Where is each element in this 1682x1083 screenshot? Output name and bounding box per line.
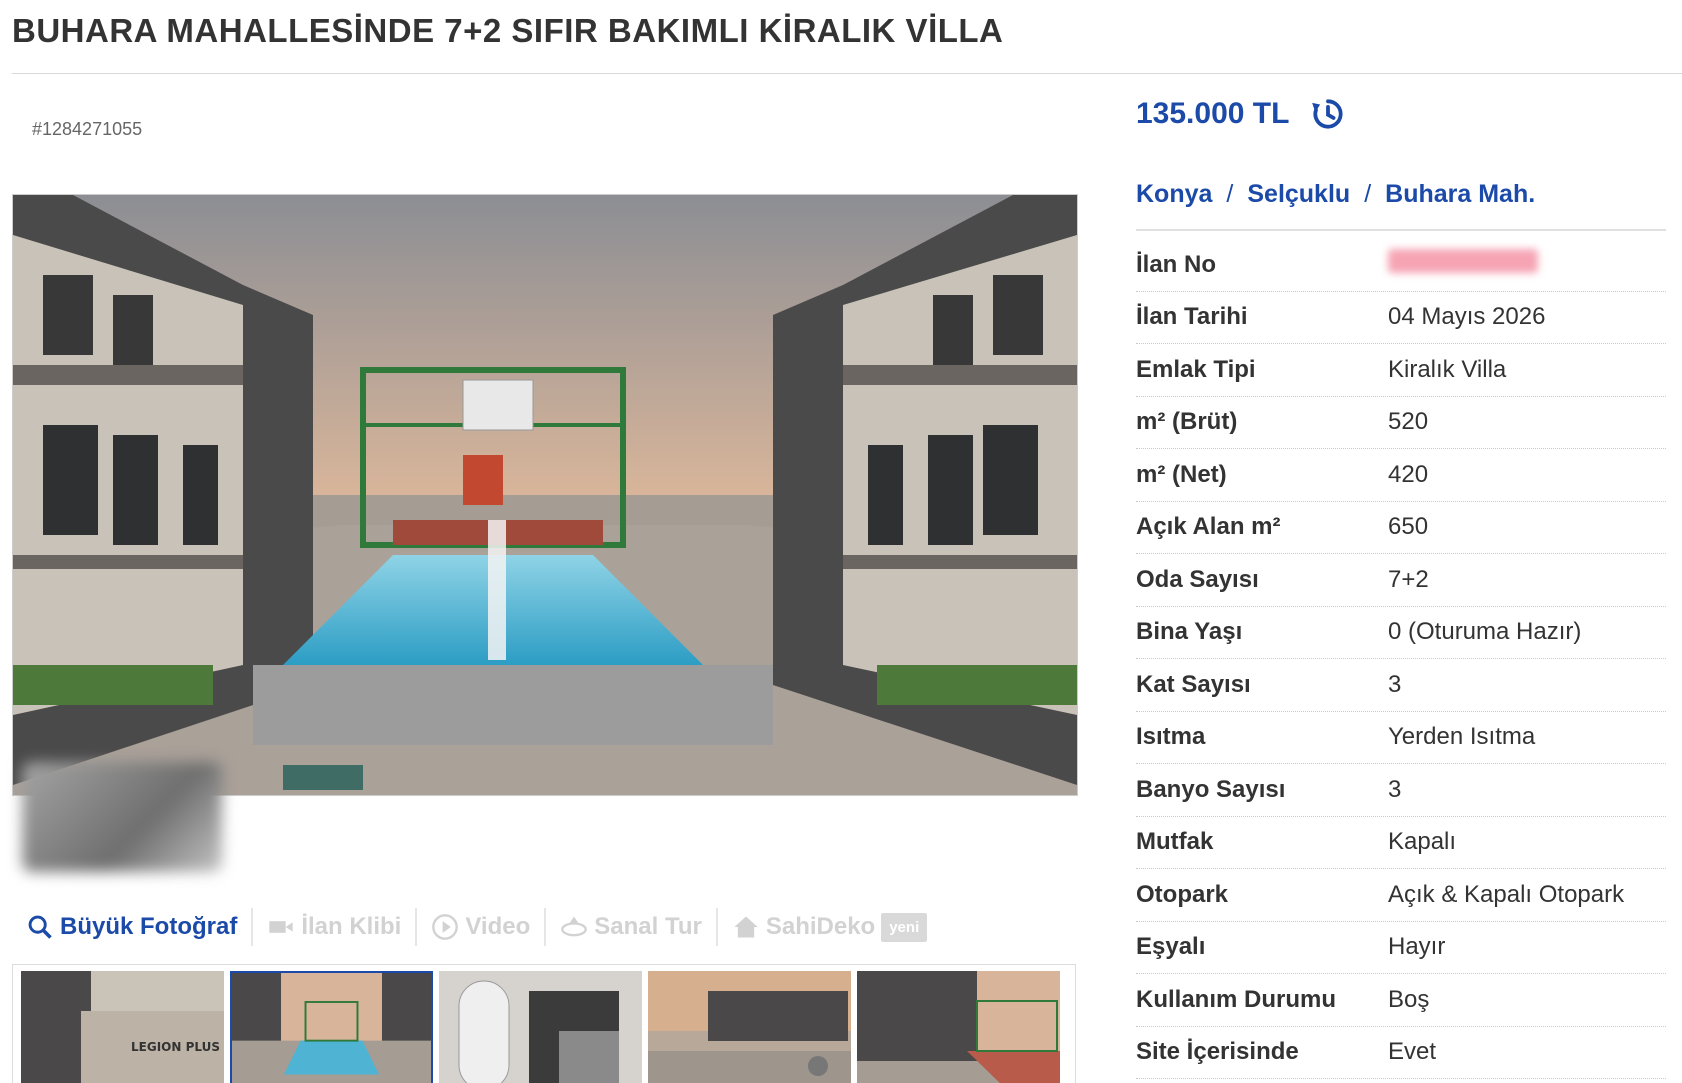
search-icon <box>28 915 52 939</box>
spec-row: Kat Sayısı 3 <box>1136 659 1666 712</box>
play-icon <box>432 914 459 940</box>
video-label: Video <box>465 913 531 940</box>
spec-label: Mutfak <box>1136 828 1214 856</box>
spec-value: Açık & Kapalı Otopark <box>1388 880 1625 908</box>
sahideko-label: SahiDeko <box>765 913 876 940</box>
listing-code: #1284271055 <box>32 119 143 139</box>
spec-row: Site İçerisinde Evet <box>1136 1027 1666 1079</box>
breadcrumb-city[interactable]: Konya <box>1136 180 1212 209</box>
spec-value: Boş <box>1388 985 1430 1013</box>
thumbnail-1-image: LEGION PLUS VILLAGE <box>21 971 224 1083</box>
virtual-tour-label: Sanal Tur <box>594 913 702 940</box>
spec-value: 3 <box>1388 775 1402 803</box>
spec-label: Kullanım Durumu <box>1136 985 1337 1013</box>
thumbnail-3-image <box>439 971 642 1083</box>
spec-row: m² (Brüt) 520 <box>1136 397 1666 449</box>
video-button[interactable]: Video <box>417 908 547 946</box>
redacted-listing-number <box>1388 249 1538 274</box>
spec-value: 0 (Oturuma Hazır) <box>1388 618 1582 646</box>
breadcrumb-divider <box>1136 229 1666 231</box>
spec-label: İlan Tarihi <box>1136 303 1248 331</box>
spec-value: 3 <box>1388 670 1402 698</box>
spec-value: Hayır <box>1388 933 1446 961</box>
agency-logo-blurred <box>22 762 222 872</box>
new-badge: yeni <box>881 912 928 942</box>
breadcrumb-separator: / <box>1364 180 1372 208</box>
spec-label: m² (Brüt) <box>1136 408 1238 436</box>
thumbnail-4-image <box>648 971 851 1083</box>
spec-label: Otopark <box>1136 880 1229 908</box>
spec-value: 520 <box>1388 408 1429 436</box>
sahideko-button[interactable]: SahiDeko yeni <box>718 908 941 946</box>
virtual-tour-icon <box>561 916 588 937</box>
ilan-klibi-label: İlan Klibi <box>301 913 402 940</box>
breadcrumb-neighborhood[interactable]: Buhara Mah. <box>1385 180 1535 209</box>
large-photo-button[interactable]: Büyük Fotoğraf <box>12 908 254 946</box>
spec-label: m² (Net) <box>1136 460 1227 488</box>
spec-row: İlan Tarihi 04 Mayıs 2026 <box>1136 292 1666 344</box>
spec-row: Emlak Tipi Kiralık Villa <box>1136 344 1666 397</box>
virtual-tour-button[interactable]: Sanal Tur <box>546 908 718 946</box>
thumbnail-2-image <box>232 973 431 1083</box>
thumbnail-2[interactable] <box>230 971 433 1083</box>
spec-value: Kiralık Villa <box>1388 355 1507 383</box>
spec-label: Açık Alan m² <box>1136 513 1281 541</box>
spec-row: Mutfak Kapalı <box>1136 817 1666 869</box>
thumbnail-5-image <box>857 971 1060 1083</box>
thumbnail-strip: LEGION PLUS VILLAGE <box>12 964 1076 1083</box>
thumbnail-1[interactable]: LEGION PLUS VILLAGE <box>21 971 224 1083</box>
media-toolbar: Büyük Fotoğraf İlan Klibi Video Sanal Tu… <box>12 902 1076 952</box>
spec-value: 7+2 <box>1388 565 1429 593</box>
spec-row: Bina Yaşı 0 (Oturuma Hazır) <box>1136 607 1666 659</box>
spec-label: Eşyalı <box>1136 933 1206 961</box>
spec-value: 04 Mayıs 2026 <box>1388 303 1546 331</box>
spec-row: Açık Alan m² 650 <box>1136 502 1666 554</box>
thumbnail-3[interactable] <box>439 971 642 1083</box>
spec-label: Site İçerisinde <box>1136 1038 1299 1066</box>
spec-label: Kat Sayısı <box>1136 670 1251 698</box>
price: 135.000 TL <box>1136 97 1290 130</box>
property-specs: İlan No İlan Tarihi 04 Mayıs 2026 Emlak T… <box>1136 239 1666 1079</box>
spec-row: Banyo Sayısı 3 <box>1136 764 1666 817</box>
large-photo-label: Büyük Fotoğraf <box>60 913 238 940</box>
breadcrumb-separator: / <box>1226 180 1234 208</box>
page-title: BUHARA MAHALLESİNDE 7+2 SIFIR BAKIMLI Kİ… <box>12 12 1004 49</box>
spec-value-redacted <box>1388 249 1538 280</box>
thumbnail-4[interactable] <box>648 971 851 1083</box>
spec-row: Otopark Açık & Kapalı Otopark <box>1136 869 1666 922</box>
video-camera-icon <box>269 921 293 933</box>
spec-value: Evet <box>1388 1038 1437 1066</box>
thumbnail-1-sign-text: LEGION PLUS VILLAGE <box>131 1040 224 1054</box>
price-history-icon[interactable] <box>1309 95 1347 133</box>
spec-row: Eşyalı Hayır <box>1136 922 1666 974</box>
spec-row: Oda Sayısı 7+2 <box>1136 554 1666 607</box>
location-breadcrumb: Konya / Selçuklu / Buhara Mah. <box>1136 180 1535 209</box>
breadcrumb-district[interactable]: Selçuklu <box>1247 180 1350 209</box>
spec-value: Kapalı <box>1388 828 1457 856</box>
spec-label: Oda Sayısı <box>1136 565 1259 593</box>
spec-value: 650 <box>1388 513 1429 541</box>
spec-row: m² (Net) 420 <box>1136 449 1666 502</box>
thumbnail-5[interactable] <box>857 971 1060 1083</box>
spec-label: Emlak Tipi <box>1136 355 1256 383</box>
ilan-klibi-button[interactable]: İlan Klibi <box>253 908 418 946</box>
spec-row: İlan No <box>1136 239 1666 292</box>
spec-label: Bina Yaşı <box>1136 618 1243 646</box>
main-photo-image <box>13 195 1077 795</box>
house-icon <box>734 916 758 938</box>
spec-label: İlan No <box>1136 250 1217 278</box>
title-divider <box>12 73 1682 74</box>
spec-row: Kullanım Durumu Boş <box>1136 974 1666 1027</box>
spec-label: Isıtma <box>1136 723 1206 751</box>
main-photo[interactable] <box>12 194 1078 796</box>
spec-label: Banyo Sayısı <box>1136 775 1286 803</box>
price-row: 135.000 TL <box>1136 95 1347 133</box>
spec-value: 420 <box>1388 460 1429 488</box>
spec-value: Yerden Isıtma <box>1388 723 1536 751</box>
spec-row: Isıtma Yerden Isıtma <box>1136 712 1666 764</box>
